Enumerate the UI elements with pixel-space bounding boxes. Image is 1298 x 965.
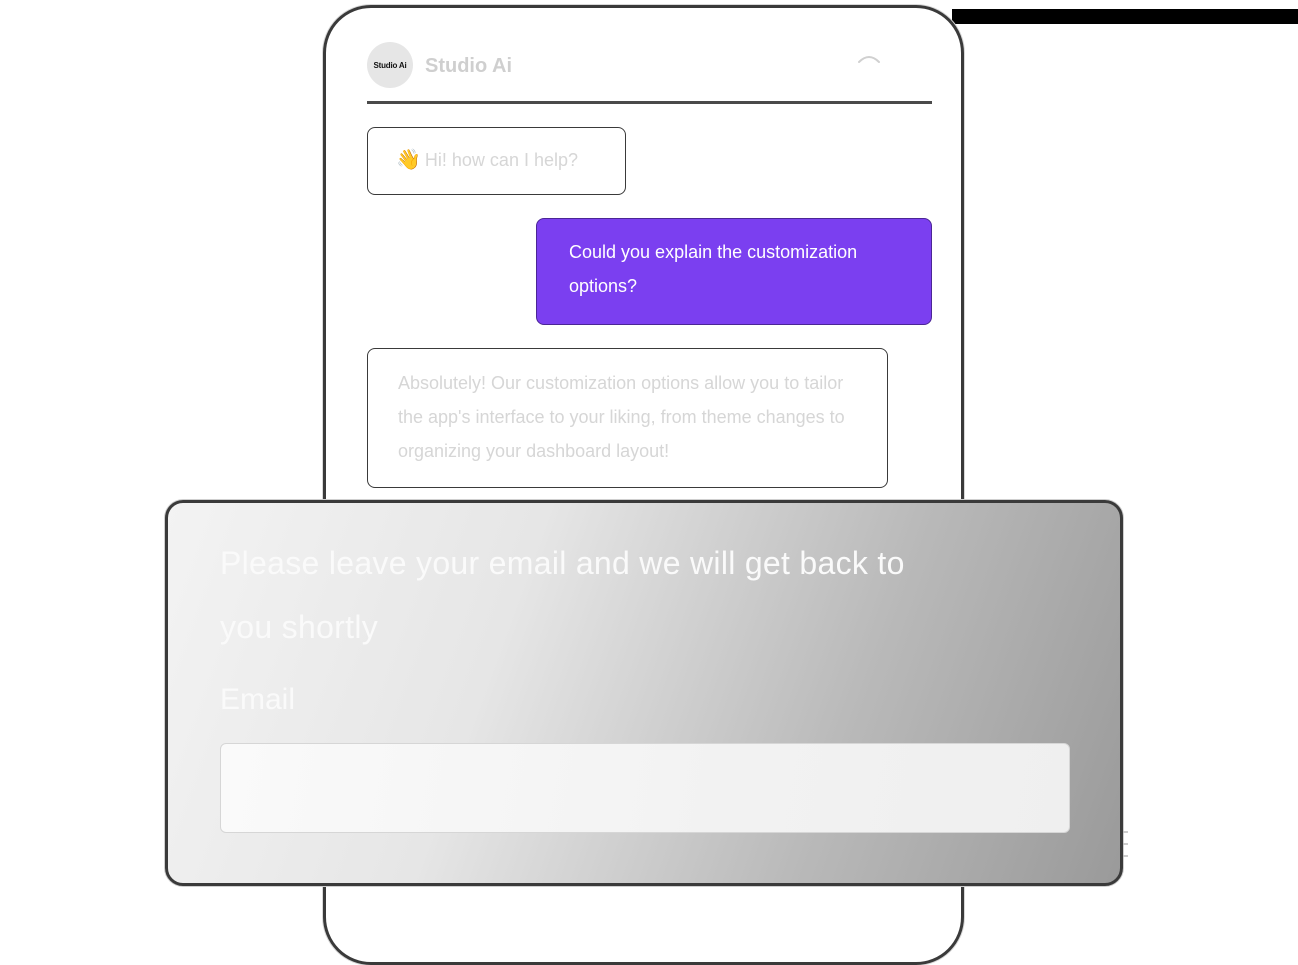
email-label: Email [220, 683, 296, 716]
bot-greeting-bubble: 👋 Hi! how can I help? [367, 127, 626, 195]
decorative-edge-mark [1123, 831, 1128, 857]
email-input[interactable] [220, 743, 1070, 833]
avatar-label: Studio Ai [373, 60, 407, 70]
bot-reply-bubble: Absolutely! Our customization options al… [367, 348, 888, 488]
chat-header: Studio Ai Studio Ai [367, 42, 932, 100]
user-message-bubble: Could you explain the customization opti… [536, 218, 932, 325]
avatar: Studio Ai [367, 42, 413, 88]
email-capture-modal: Please leave your email and we will get … [165, 500, 1123, 886]
email-prompt-title: Please leave your email and we will get … [220, 545, 905, 645]
bot-reply-text: Absolutely! Our customization options al… [398, 373, 845, 461]
app-name: Studio Ai [425, 55, 513, 77]
header-divider [367, 101, 932, 104]
waving-hand-icon: 👋 [396, 149, 421, 171]
greeting-text: Hi! how can I help? [424, 150, 578, 170]
user-message-text: Could you explain the customization opti… [569, 242, 858, 296]
decorative-corner-bar [952, 9, 1298, 24]
chevron-up-icon[interactable] [857, 52, 881, 66]
